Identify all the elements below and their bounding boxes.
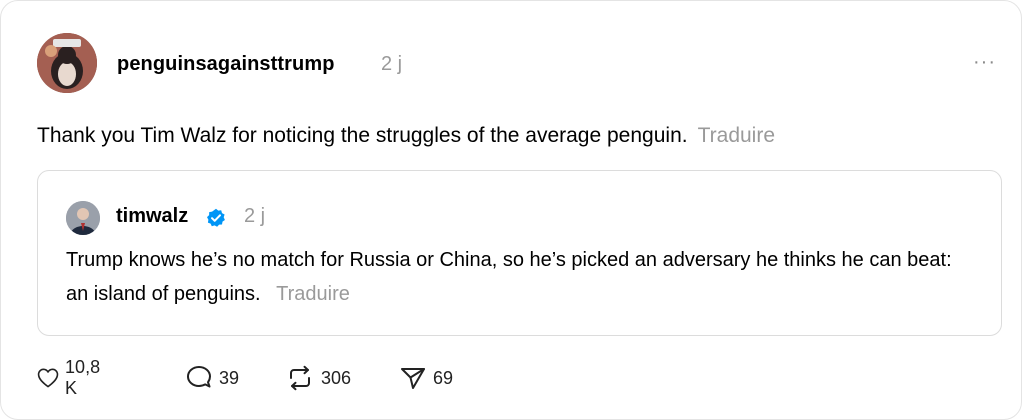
quoted-post-timestamp[interactable]: 2 j [244,205,265,228]
post-card: penguinsagainsttrump 2 j ··· Thank you T… [0,0,1022,420]
quoted-author-username[interactable]: timwalz [116,205,188,228]
quoted-post-text: Trump knows he’s no match for Russia or … [66,249,952,305]
quoted-translate-link[interactable]: Traduire [276,283,350,305]
heart-icon [37,368,59,388]
reply-button[interactable]: 39 [185,363,239,393]
like-count: 10,8 K [65,357,101,398]
post-text: Thank you Tim Walz for noticing the stru… [37,124,688,147]
comment-icon [187,366,211,388]
reply-count: 39 [219,367,240,388]
repost-count: 306 [321,367,352,388]
like-button[interactable]: 10,8 K [37,357,106,398]
quoted-author-avatar[interactable] [66,201,100,235]
verified-icon [207,208,225,227]
share-count: 69 [433,367,454,388]
share-button[interactable]: 69 [399,363,453,393]
post-body: Thank you Tim Walz for noticing the stru… [37,122,775,150]
repost-icon [290,365,310,391]
author-avatar[interactable] [37,33,97,93]
quoted-post-body: Trump knows he’s no match for Russia or … [66,243,966,311]
author-username[interactable]: penguinsagainsttrump [117,53,335,76]
share-icon [401,368,425,389]
repost-button[interactable]: 306 [285,363,351,393]
quoted-post[interactable]: timwalz 2 j Trump knows he’s no match fo… [37,170,1002,336]
post-timestamp[interactable]: 2 j [381,53,402,76]
more-icon[interactable]: ··· [973,52,996,72]
translate-link[interactable]: Traduire [698,124,775,147]
